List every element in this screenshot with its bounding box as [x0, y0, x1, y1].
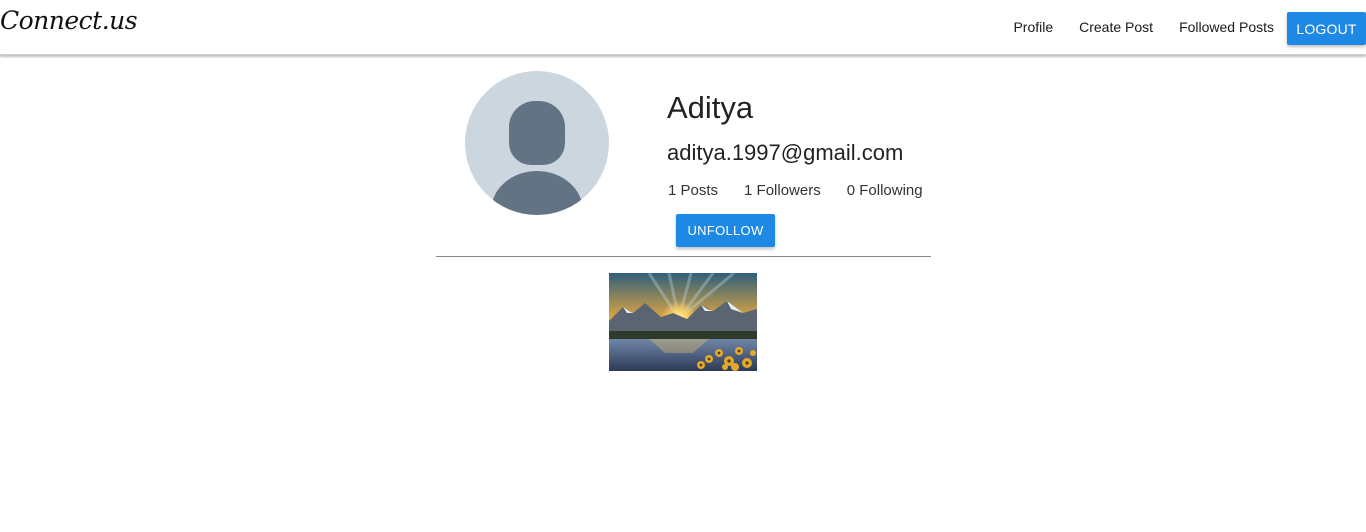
following-count: 0 Following	[846, 182, 923, 199]
unfollow-button[interactable]: UNFOLLOW	[676, 214, 775, 247]
followers-count: 1 Followers	[744, 182, 821, 199]
divider	[436, 256, 931, 257]
profile-name: Aditya	[667, 90, 754, 125]
post-thumbnail[interactable]	[609, 273, 757, 371]
avatar-body	[491, 171, 583, 215]
landscape-image	[609, 273, 757, 371]
user-placeholder-icon	[465, 71, 609, 215]
posts-count: 1 Posts	[668, 182, 719, 199]
brand-logo[interactable]: Connect.us	[0, 6, 138, 35]
nav-link-profile[interactable]: Profile	[1000, 0, 1066, 55]
avatar-head	[509, 101, 565, 165]
profile-stats: 1 Posts 1 Followers 0 Following	[668, 182, 923, 199]
nav-link-create-post[interactable]: Create Post	[1066, 0, 1166, 55]
navbar: Connect.us Profile Create Post Followed …	[0, 0, 1366, 55]
logout-button[interactable]: LOGOUT	[1287, 12, 1366, 45]
profile-email: aditya.1997@gmail.com	[667, 140, 904, 165]
nav-link-followed-posts[interactable]: Followed Posts	[1166, 0, 1287, 55]
nav-links: Profile Create Post Followed Posts LOGOU…	[1000, 0, 1366, 55]
